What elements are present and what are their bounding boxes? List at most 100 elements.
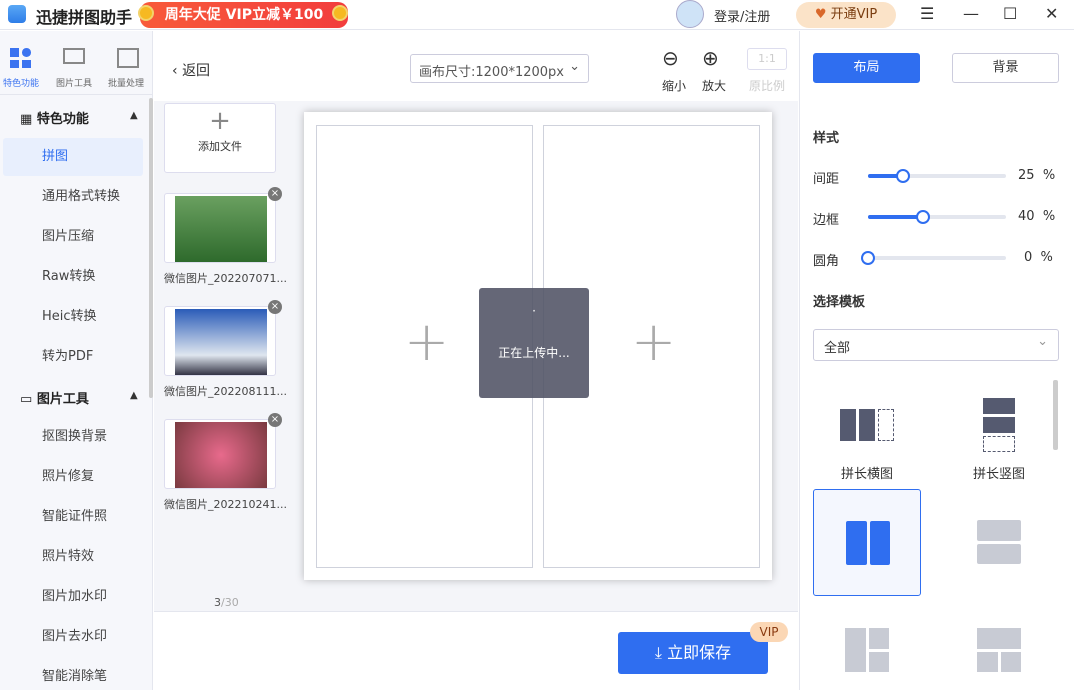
zoom-out-icon[interactable]: ⊖ [662,46,679,70]
nav-item[interactable]: Heic转换 [0,298,150,336]
corner-slider[interactable] [868,256,1006,260]
plus-icon[interactable]: + [631,310,676,373]
vip-badge: VIP [750,622,788,642]
template-scrollbar[interactable] [1053,380,1058,450]
coin-icon [138,5,154,21]
nav-item[interactable]: 照片特效 [0,538,150,576]
nav-item-collage[interactable]: 拼图 [3,138,143,176]
unit: % [1043,209,1055,224]
value: 25 [1018,168,1035,183]
nav-item[interactable]: 照片修复 [0,458,150,496]
app-title: 迅捷拼图助手 [36,4,132,28]
original-ratio-label: 原比例 [749,77,785,94]
tab-batch[interactable]: 批量处理 [101,76,151,89]
coin-icon [332,5,348,21]
thumbnail-image [175,422,267,488]
zoom-out-label[interactable]: 缩小 [662,77,686,94]
thumbnail[interactable] [164,306,276,376]
back-label: 返回 [182,63,210,79]
save-label: 立即保存 [667,643,731,662]
chevron-down-icon: ⌄ [569,59,580,74]
nav-item[interactable]: 通用格式转换 [0,178,150,216]
vip-button[interactable]: ♥ 开通VIP [796,2,896,28]
save-button[interactable]: ⤓ 立即保存 [618,632,768,674]
plus-icon: + [165,104,275,138]
original-ratio-button[interactable]: 1:1 [747,48,787,70]
nav-scrollbar[interactable] [149,98,153,398]
thumbnail[interactable] [164,193,276,263]
upload-status: 正在上传中... [479,344,589,361]
nav-item[interactable]: 智能消除笔 [0,658,150,696]
tab-background[interactable]: 背景 [952,53,1059,83]
nav-item[interactable]: 转为PDF [0,338,150,376]
promo-banner[interactable]: 周年大促 VIP立减￥100 [140,2,348,28]
back-button[interactable]: ‹ 返回 [172,60,210,80]
template-two-columns-selected[interactable] [813,489,921,596]
image-tool-icon [63,48,85,64]
tab-image-tools[interactable]: 图片工具 [49,76,99,89]
grid-icon: ▦ [20,112,37,127]
value: 0 [1024,250,1032,265]
slider-value: 25 % [1018,168,1058,183]
template-name: 拼长竖图 [945,463,1053,482]
template-filter-select[interactable]: 全部⌄ [813,329,1059,361]
section-label: 特色功能 [37,112,89,127]
nav-item[interactable]: 智能证件照 [0,498,150,536]
template-icon [840,409,856,441]
slider-handle[interactable] [861,251,875,265]
template-two-rows[interactable] [945,489,1053,596]
remove-icon[interactable]: × [268,300,282,314]
tab-layout[interactable]: 布局 [813,53,920,83]
section-features[interactable]: ▦ 特色功能 [20,108,89,127]
slider-value: 0 % [1024,250,1064,265]
nav-item[interactable]: 图片去水印 [0,618,150,656]
spacing-slider[interactable] [868,174,1006,178]
slider-fill [868,215,923,219]
minimize-icon[interactable]: — [963,4,979,23]
slider-handle[interactable] [896,169,910,183]
template-icon [977,520,1021,564]
file-name: 微信图片_202210241... [164,496,287,512]
nav-item[interactable]: 抠图换背景 [0,418,150,456]
file-count: 3/30 [214,596,239,609]
download-icon: ⤓ [655,643,667,662]
border-slider[interactable] [868,215,1006,219]
nav-item[interactable]: 图片加水印 [0,578,150,616]
maximize-icon[interactable]: ☐ [1003,4,1017,23]
chevron-down-icon: ⌄ [1037,334,1048,349]
avatar[interactable] [676,0,704,28]
image-tool-icon: ▭ [20,392,37,407]
batch-icon [117,48,139,68]
close-icon[interactable]: ✕ [1045,4,1058,23]
canvas-size-select[interactable]: 画布尺寸:1200*1200px ⌄ [410,54,589,83]
add-file-button[interactable]: +添加文件 [164,103,276,173]
max: /30 [221,596,239,609]
template-name: 拼长横图 [813,463,921,482]
chevron-up-icon[interactable]: ▲ [130,110,138,121]
thumbnail[interactable] [164,419,276,489]
add-file-label: 添加文件 [165,138,275,154]
vip-icon: ♥ [815,7,831,22]
template-long-horizontal[interactable]: 拼长横图 [813,385,921,492]
vip-label: 开通VIP [831,7,878,22]
tab-features[interactable]: 特色功能 [0,76,46,89]
file-name: 微信图片_202208111... [164,383,287,399]
count: 3 [214,596,221,609]
remove-icon[interactable]: × [268,187,282,201]
thumbnail-image [175,309,267,375]
zoom-in-label[interactable]: 放大 [702,77,726,94]
nav-item[interactable]: Raw转换 [0,258,150,296]
template-three-grid[interactable] [845,628,889,672]
nav-item[interactable]: 图片压缩 [0,218,150,256]
canvas-size-value: 画布尺寸:1200*1200px [419,65,564,80]
chevron-up-icon[interactable]: ▲ [130,390,138,401]
template-three-grid-alt[interactable] [977,628,1021,672]
slider-label: 间距 [813,168,839,187]
zoom-in-icon[interactable]: ⊕ [702,46,719,70]
remove-icon[interactable]: × [268,413,282,427]
template-long-vertical[interactable]: 拼长竖图 [945,385,1053,492]
plus-icon[interactable]: + [404,310,449,373]
menu-icon[interactable]: ☰ [920,4,934,23]
login-link[interactable]: 登录/注册 [714,6,770,25]
section-image-tools[interactable]: ▭ 图片工具 [20,388,89,407]
